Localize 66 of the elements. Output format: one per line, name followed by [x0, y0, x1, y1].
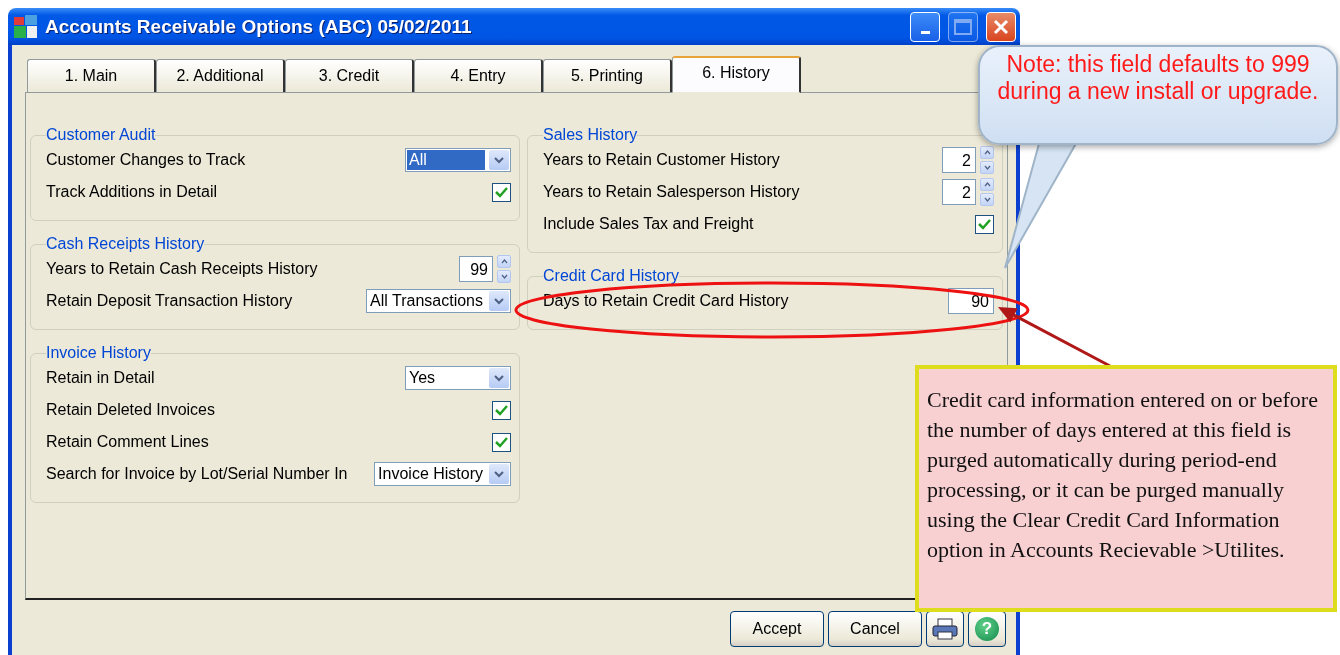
callout-bubble: Note: this field defaults to 999 during a new install or upgrade. [978, 45, 1338, 145]
dropdown[interactable]: All [405, 148, 511, 172]
option-label: Retain Comment Lines [46, 433, 209, 451]
chevron-down-icon [494, 470, 504, 478]
tab[interactable]: 3. Credit [285, 59, 414, 92]
minimize-button[interactable] [910, 11, 940, 42]
checkbox[interactable] [975, 214, 994, 234]
checkbox[interactable] [492, 432, 511, 452]
close-icon [993, 18, 1009, 35]
note-box: Credit card information entered on or before the number of days entered at this field is purged automatically during period-end processing, or it can be purged manually using the Clear Credit Card Information option in Accounts Recievable >Utilites. [915, 365, 1337, 612]
group-title: Invoice History [46, 344, 151, 362]
option-label: Years to Retain Cash Receipts History [46, 260, 318, 278]
chevron-down-icon [500, 274, 508, 279]
chevron-down-icon [494, 156, 504, 164]
maximize-icon [954, 18, 972, 35]
chevron-up-icon [500, 259, 508, 264]
option-label: Retain in Detail [46, 369, 155, 387]
option-label: Include Sales Tax and Freight [543, 215, 754, 233]
option-label: Search for Invoice by Lot/Serial Number In [46, 465, 348, 483]
option-label: Retain Deleted Invoices [46, 401, 215, 419]
spin-down-button[interactable] [980, 193, 994, 206]
spin-up-button[interactable] [497, 255, 511, 268]
checkmark-icon [978, 218, 991, 230]
group-title: Customer Audit [46, 126, 156, 144]
option-label: Customer Changes to Track [46, 151, 246, 169]
checkbox[interactable] [492, 182, 511, 202]
tab[interactable]: 5. Printing [543, 59, 672, 92]
tab[interactable]: 2. Additional [156, 59, 285, 92]
chevron-down-icon [983, 197, 991, 202]
number-field[interactable]: 2 [942, 147, 976, 173]
dialog-button[interactable]: Accept [730, 611, 824, 647]
number-field[interactable]: 2 [942, 179, 976, 205]
checkmark-icon [495, 186, 508, 198]
checkmark-icon [495, 436, 508, 448]
spin-up-button[interactable] [980, 146, 994, 159]
close-button[interactable] [986, 11, 1016, 42]
dropdown[interactable]: All Transactions [366, 289, 511, 313]
minimize-icon [920, 31, 930, 34]
tab[interactable]: 1. Main [27, 59, 156, 92]
print-button[interactable] [926, 611, 964, 647]
chevron-down-icon [983, 165, 991, 170]
checkmark-icon [495, 404, 508, 416]
spin-up-button[interactable] [980, 178, 994, 191]
option-label: Years to Retain Customer History [543, 151, 780, 169]
dropdown[interactable]: Invoice History [374, 462, 511, 486]
option-label: Retain Deposit Transaction History [46, 292, 293, 310]
dropdown[interactable]: Yes [405, 366, 511, 390]
option-label: Track Additions in Detail [46, 183, 218, 201]
spin-down-button[interactable] [497, 270, 511, 283]
option-label: Years to Retain Salesperson History [543, 183, 800, 201]
printer-icon [932, 618, 958, 640]
chevron-up-icon [983, 182, 991, 187]
number-field[interactable]: 99 [459, 256, 493, 282]
chevron-down-icon [494, 374, 504, 382]
dialog-button[interactable]: Cancel [828, 611, 922, 647]
chevron-down-icon [494, 297, 504, 305]
tab[interactable]: 6. History [672, 56, 801, 93]
app-icon [14, 15, 37, 38]
window-title: Accounts Receivable Options (ABC) 05/02/2011 [45, 15, 473, 38]
checkbox[interactable] [492, 400, 511, 420]
group-title: Cash Receipts History [46, 235, 205, 253]
group-title: Credit Card History [543, 267, 680, 285]
group-title: Sales History [543, 126, 638, 144]
spin-down-button[interactable] [980, 161, 994, 174]
chevron-up-icon [983, 150, 991, 155]
tab[interactable]: 4. Entry [414, 59, 543, 92]
